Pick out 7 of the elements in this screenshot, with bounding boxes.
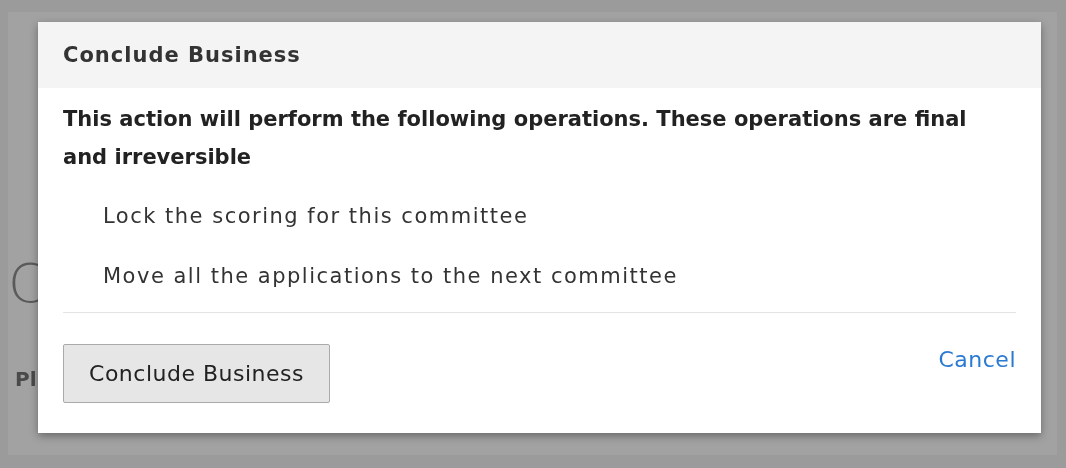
operation-item: Lock the scoring for this committee [103,204,529,228]
warning-message: This action will perform the following operations. These operations are final and irreversible [63,106,968,171]
cancel-link[interactable]: Cancel [938,347,1016,372]
dialog-title: Conclude Business [63,43,301,67]
page-label: Pl [15,367,37,391]
conclude-business-button[interactable]: Conclude Business [63,344,330,403]
operation-item: Move all the applications to the next committee [103,264,678,288]
